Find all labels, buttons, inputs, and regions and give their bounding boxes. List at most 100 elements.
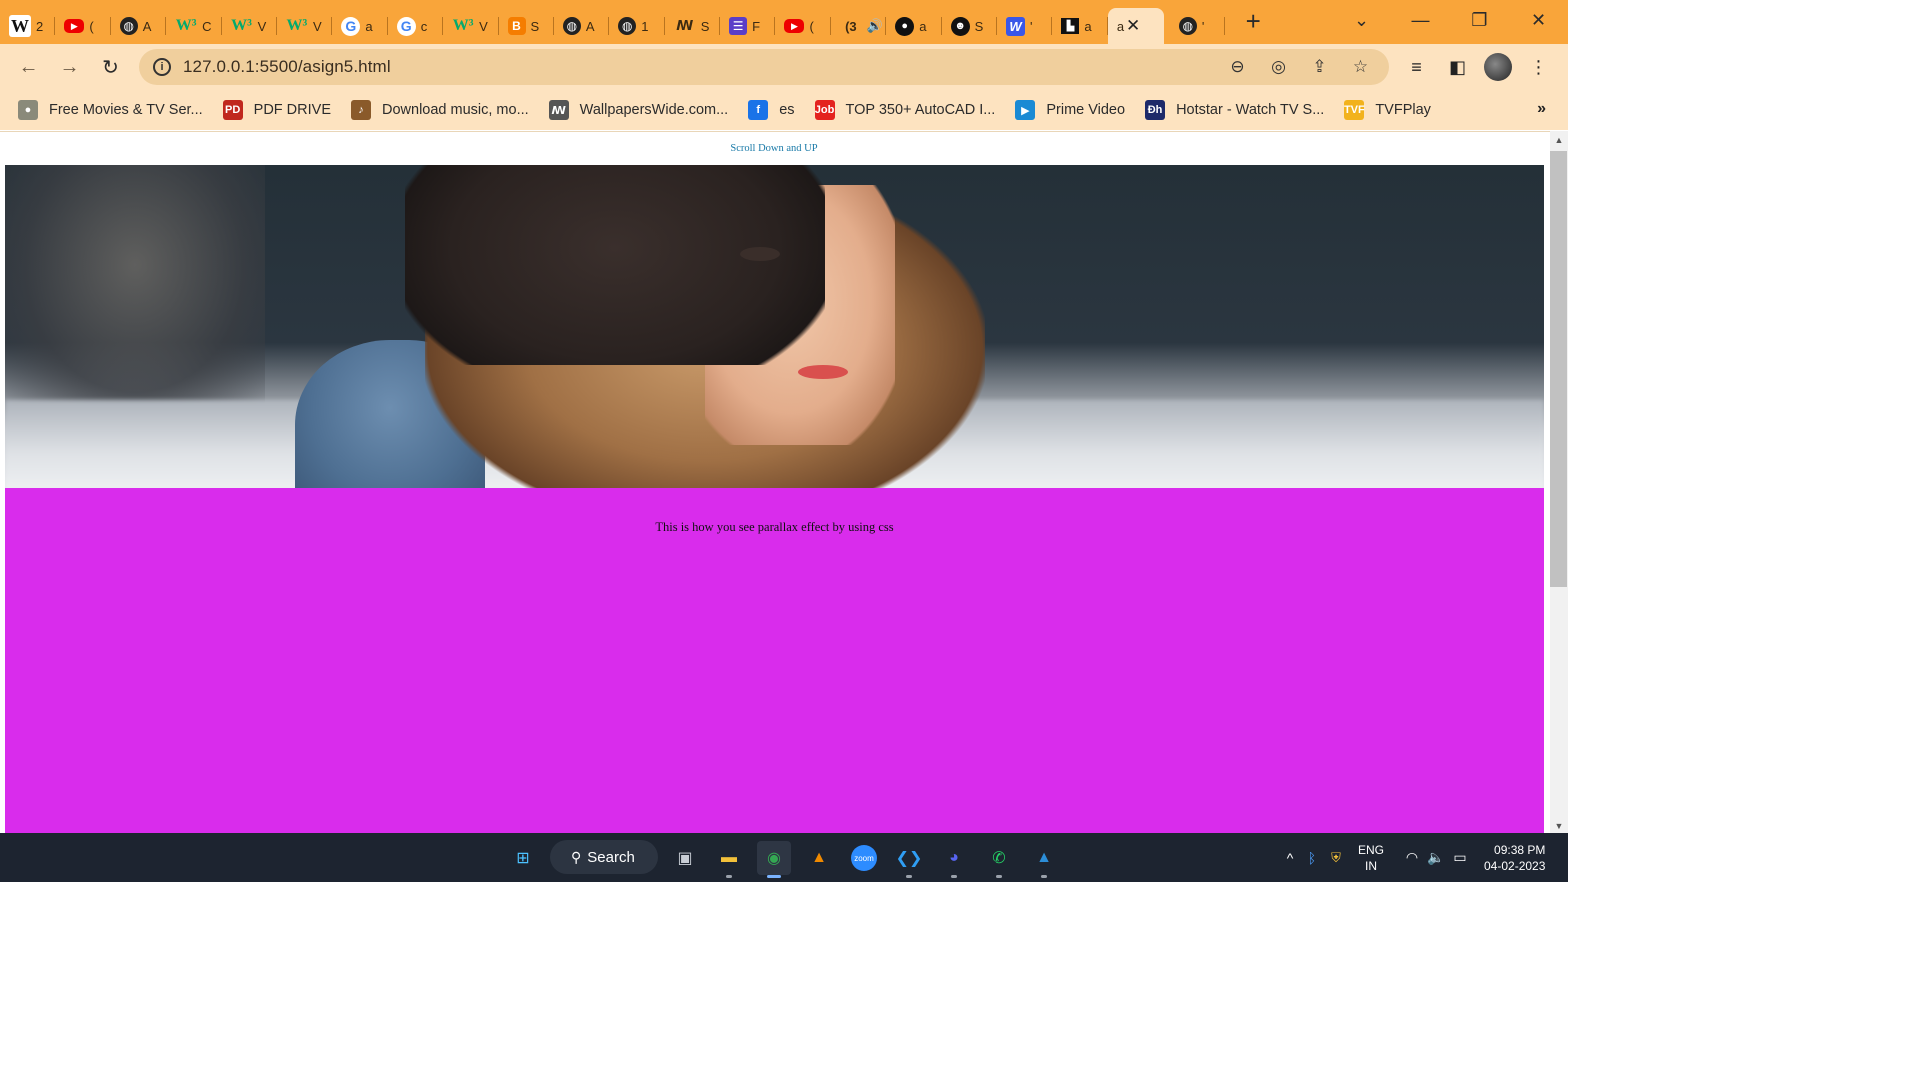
vlc-icon[interactable]: ▲ [802,841,836,875]
task-view-icon[interactable]: ▣ [668,841,702,875]
bookmark-item[interactable]: TVF TVFPlay [1344,100,1431,120]
omnibox-actions: ⊖ ◎ ⇪ ☆ [1217,49,1381,85]
tab[interactable]: ◍ A [111,8,167,44]
scrollbar-thumb[interactable] [1550,151,1567,587]
profile-avatar[interactable] [1484,53,1512,81]
tab[interactable]: W ' [997,8,1053,44]
language-indicator[interactable]: ENG IN [1358,842,1384,874]
bookmark-item[interactable]: ▶ Prime Video [1015,100,1125,120]
close-tab-icon[interactable]: ✕ [1126,16,1140,36]
bookmarks-overflow-icon[interactable]: » [1537,100,1546,118]
bookmark-label: es [779,102,795,118]
tab-title: 1 [641,18,649,34]
taskbar-search[interactable]: ⚲ Search [550,840,658,874]
bookmark-label: TVFPlay [1375,102,1431,118]
share-icon[interactable]: ⇪ [1299,57,1340,77]
bluetooth-icon[interactable]: ᛒ [1300,850,1324,866]
browser-toolbar: ← → ↻ i 127.0.0.1:5500/asign5.html ⊖ ◎ ⇪… [0,44,1568,90]
whatsapp-icon[interactable]: ✆ [982,841,1016,878]
tab[interactable]: ▶( [775,8,831,44]
media-control-icon[interactable]: ≡ [1396,57,1437,78]
wallpaperswide-icon: ꟿ [676,18,694,33]
w3schools-icon: W³ [231,17,252,34]
tab-title: 2 [36,18,44,34]
chrome-menu-icon[interactable]: ⋮ [1518,57,1559,78]
tray-chevron-icon[interactable]: ^ [1280,850,1300,866]
tab[interactable]: ☻ S [942,8,998,44]
minimize-button[interactable]: — [1391,10,1450,31]
free-movies-icon: ● [18,100,38,120]
lang-code: ENG [1358,843,1385,857]
tab[interactable]: W³ V [222,8,277,44]
tab[interactable]: ◍ ' [1170,8,1226,44]
bookmark-item[interactable]: Đh Hotstar - Watch TV S... [1145,100,1324,120]
tab[interactable]: BS [499,8,554,44]
tab[interactable]: ● a [886,8,942,44]
bookmark-item[interactable]: Job TOP 350+ AutoCAD I... [814,100,995,120]
tab[interactable]: ▶( [55,8,111,44]
back-button[interactable]: ← [8,56,49,79]
file-explorer-icon[interactable]: ▬ [712,841,746,878]
url-text[interactable]: 127.0.0.1:5500/asign5.html [183,57,391,77]
bookmark-item[interactable]: PD PDF DRIVE [222,100,331,120]
tab[interactable]: ◍ A [554,8,610,44]
bookmark-item[interactable]: ♪ Download music, mo... [351,100,529,120]
tab[interactable]: ☰ F [720,8,776,44]
audio-playing-icon: (3 [845,18,857,34]
tab-title: ( [809,18,814,34]
scroll-hint-text: Scroll Down and UP [730,143,818,154]
reload-button[interactable]: ↻ [90,55,131,80]
webflow-icon: W [1006,16,1026,36]
zoom-icon[interactable]: ⊖ [1217,57,1258,77]
quick-settings[interactable]: ◠ 🔈 ▭ [1400,833,1472,882]
discord-icon[interactable]: ◕ [937,841,971,878]
bookmark-item[interactable]: ꟿ WallpapersWide.com... [548,100,728,120]
tab[interactable]: (3 🔊 [831,8,887,44]
tab[interactable]: W³ V [443,8,499,44]
tab[interactable]: W³ C [166,8,222,44]
new-tab-button[interactable]: + [1235,4,1271,40]
tab-list: W 2 ▶(◍ A W³ C W³ V W³ V Ga Gc W³ V B S ◍ A ◍ 1 ꟿ S ☰ F ▶((3 🔊 ● a ☻… [0,0,1108,44]
site-info-icon[interactable]: i [153,58,171,76]
system-tray: ^ ᛒ ⛨ [1280,833,1348,882]
globe-icon: ◍ [562,17,581,35]
bookmark-star-icon[interactable]: ☆ [1340,57,1381,77]
scroll-up-arrow-icon[interactable]: ▲ [1550,135,1568,145]
windows-start-icon[interactable]: ⊞ [506,841,540,875]
photos-icon[interactable]: ▲ [1027,841,1061,878]
defender-warning-icon[interactable]: ⛨ [1324,850,1348,866]
tab[interactable]: ◍ 1 [609,8,665,44]
page-scrollbar[interactable]: ▲ ▼ [1550,131,1568,833]
tab[interactable]: ▙ a [1052,8,1108,44]
list-icon: ☰ [729,17,748,35]
tab[interactable]: ꟿS [665,8,721,44]
restore-button[interactable]: ❐ [1450,10,1509,31]
running-indicator [951,875,957,878]
clock[interactable]: 09:38 PM 04-02-2023 [1484,842,1545,874]
tab[interactable]: W2 [0,8,56,44]
address-bar[interactable]: i 127.0.0.1:5500/asign5.html ⊖ ◎ ⇪ ☆ [139,49,1389,85]
tab[interactable]: W³ V [277,8,333,44]
tab-title: S [700,18,710,34]
bookmark-item[interactable]: ● Free Movies & TV Ser... [18,100,203,120]
search-label: Search [587,848,635,866]
tab[interactable]: Gc [388,8,444,44]
vscode-icon[interactable]: ❮❯ [892,841,926,878]
running-indicator [996,875,1002,878]
zoom-icon[interactable]: zoom [851,845,877,871]
active-tab[interactable]: a ✕ [1107,8,1164,44]
tab-title: 🔊 [866,18,884,33]
forward-button[interactable]: → [49,56,90,79]
close-window-button[interactable]: ✕ [1509,10,1568,31]
scroll-down-arrow-icon[interactable]: ▼ [1550,821,1568,831]
eye-off-icon[interactable]: ◎ [1258,57,1299,77]
tab-search-icon[interactable]: ⌄ [1332,10,1391,31]
tab[interactable]: Ga [332,8,388,44]
tab-strip: W 2 ▶(◍ A W³ C W³ V W³ V Ga Gc W³ V B S ◍ A ◍ 1 ꟿ S ☰ F ▶((3 🔊 ● a ☻… [0,0,1568,44]
google-icon: G [341,16,361,36]
job-icon: Job [814,100,835,120]
wikipedia-icon: W [9,15,31,37]
bookmark-item[interactable]: f es [748,100,795,120]
side-panel-icon[interactable]: ◧ [1437,57,1478,78]
chrome-icon[interactable]: ◉ [757,841,791,878]
